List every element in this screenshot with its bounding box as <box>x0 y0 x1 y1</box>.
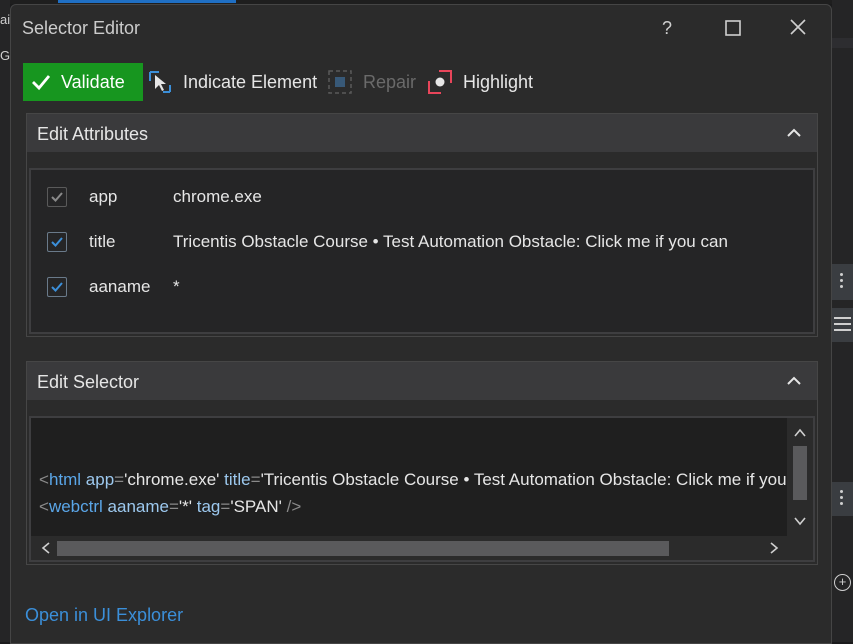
vertical-scrollbar[interactable] <box>787 418 813 536</box>
attribute-row: app chrome.exe <box>31 180 813 214</box>
selector-editor-dialog: Selector Editor ? Validate Indicate Elem… <box>10 4 832 644</box>
background-text: G <box>0 48 11 63</box>
check-icon <box>51 282 63 292</box>
more-options-icon <box>840 273 843 291</box>
check-icon <box>51 237 63 247</box>
attributes-list: app chrome.exe title Tricentis Obstacle … <box>29 168 815 334</box>
attribute-row: title Tricentis Obstacle Course • Test A… <box>31 225 813 259</box>
selector-code[interactable]: <html app='chrome.exe' title='Tricentis … <box>39 466 815 520</box>
edit-attributes-panel: Edit Attributes app chrome.exe title Tri… <box>26 113 818 337</box>
attribute-name: app <box>89 187 118 206</box>
edit-attributes-title: Edit Attributes <box>37 124 149 144</box>
edit-selector-header[interactable]: Edit Selector <box>27 362 817 400</box>
vertical-scroll-thumb[interactable] <box>793 446 807 500</box>
scroll-left-icon[interactable] <box>39 541 53 555</box>
horizontal-scroll-thumb[interactable] <box>57 541 669 556</box>
edit-selector-title: Edit Selector <box>37 372 140 392</box>
title-bar: Selector Editor ? <box>11 5 831 49</box>
attribute-name: title <box>89 232 116 251</box>
background-text: ai <box>0 12 11 27</box>
chevron-up-icon[interactable] <box>785 372 803 390</box>
more-options-icon <box>840 490 843 508</box>
indicate-element-label: Indicate Element <box>183 71 318 92</box>
dialog-title: Selector Editor <box>22 18 141 38</box>
indicate-element-icon <box>149 71 171 93</box>
open-in-ui-explorer-link[interactable]: Open in UI Explorer <box>25 605 183 626</box>
attribute-row: aaname * <box>31 270 813 304</box>
background-left-edge: ai G <box>0 0 10 642</box>
close-icon <box>790 19 806 35</box>
checkmark-icon <box>32 75 51 91</box>
validate-button[interactable]: Validate <box>23 63 143 101</box>
indicate-element-button[interactable]: Indicate Element <box>147 63 317 101</box>
repair-label: Repair <box>363 71 417 92</box>
check-icon <box>51 192 63 202</box>
close-button[interactable] <box>783 15 813 41</box>
background-band <box>832 38 853 48</box>
background-panel-item[interactable] <box>832 482 853 516</box>
background-panel-item[interactable] <box>832 308 853 342</box>
attribute-checkbox[interactable] <box>47 232 67 252</box>
attribute-checkbox <box>47 187 67 207</box>
add-icon[interactable]: + <box>834 574 851 591</box>
maximize-button[interactable] <box>718 15 748 41</box>
scroll-right-icon[interactable] <box>767 541 781 555</box>
maximize-icon <box>725 20 741 36</box>
edit-attributes-header[interactable]: Edit Attributes <box>27 114 817 152</box>
help-button[interactable]: ? <box>652 15 682 41</box>
selector-line-1: <html app='chrome.exe' title='Tricentis … <box>39 470 815 489</box>
attribute-checkbox[interactable] <box>47 277 67 297</box>
background-right-edge: + <box>832 0 853 642</box>
attribute-value[interactable]: * <box>173 277 180 297</box>
repair-button[interactable]: Repair <box>327 63 416 101</box>
scroll-down-icon[interactable] <box>793 514 807 528</box>
attribute-value: chrome.exe <box>173 187 262 206</box>
selector-line-2: <webctrl aaname='*' tag='SPAN' /> <box>39 497 302 516</box>
highlight-label: Highlight <box>463 71 534 92</box>
toolbar: Validate Indicate Element Repair Highlig… <box>23 63 823 101</box>
selector-text-editor[interactable]: <html app='chrome.exe' title='Tricentis … <box>29 416 815 562</box>
validate-label: Validate <box>61 71 125 92</box>
highlight-icon <box>428 70 452 94</box>
background-panel-item[interactable] <box>832 264 853 300</box>
repair-icon <box>328 70 352 94</box>
attribute-name: aaname <box>89 277 151 296</box>
edit-selector-panel: Edit Selector <html app='chrome.exe' tit… <box>26 361 818 565</box>
attribute-value[interactable]: Tricentis Obstacle Course • Test Automat… <box>173 232 728 252</box>
scroll-up-icon[interactable] <box>793 426 807 440</box>
chevron-up-icon[interactable] <box>785 124 803 142</box>
horizontal-scrollbar[interactable] <box>31 536 813 560</box>
highlight-button[interactable]: Highlight <box>427 63 533 101</box>
background-active-tab-indicator <box>58 0 236 3</box>
